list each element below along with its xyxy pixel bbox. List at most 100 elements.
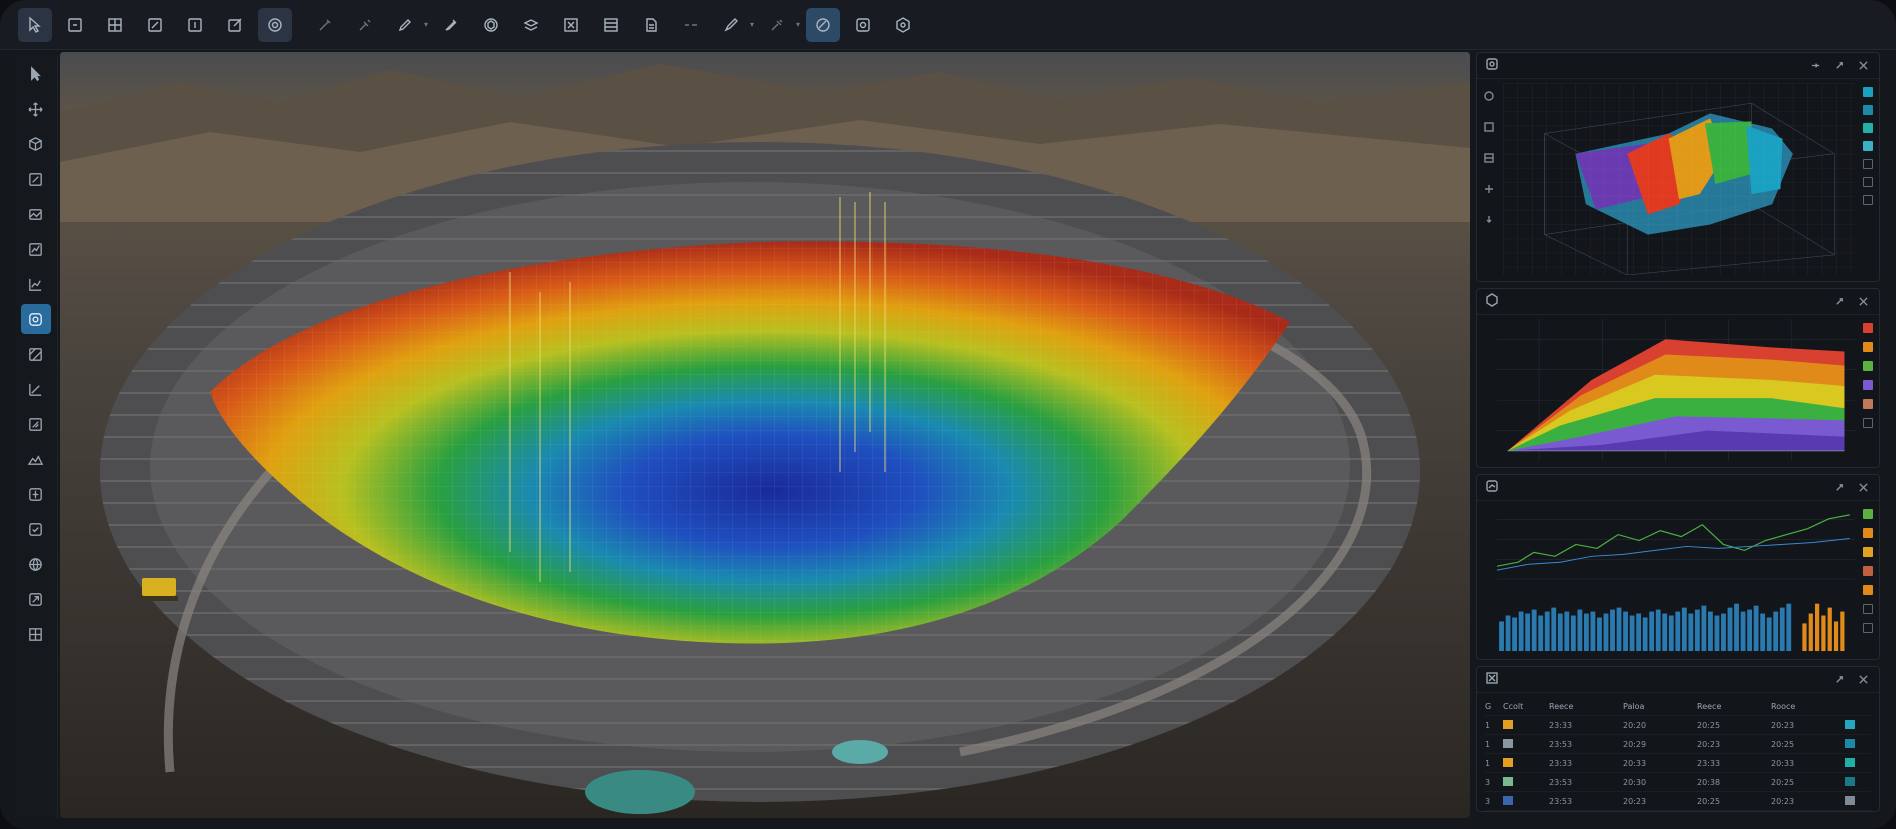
panel-expand-button[interactable] xyxy=(1831,672,1847,688)
layer-tool[interactable] xyxy=(178,8,212,42)
timeseries-canvas[interactable] xyxy=(1497,505,1855,653)
table-row[interactable]: 1 23:53 20:29 20:23 20:25 xyxy=(1485,735,1871,754)
panel-close-button[interactable] xyxy=(1855,672,1871,688)
panel-expand-button[interactable] xyxy=(1831,294,1847,310)
row-status-swatch[interactable] xyxy=(1845,738,1859,750)
table-tool[interactable] xyxy=(594,8,628,42)
draw-caret-icon[interactable]: ▾ xyxy=(750,20,754,29)
pipette-caret-icon[interactable]: ▾ xyxy=(796,20,800,29)
legend-swatch[interactable] xyxy=(1863,380,1873,390)
edit-tool[interactable] xyxy=(138,8,172,42)
row-status-swatch[interactable] xyxy=(1845,795,1859,807)
section-profile-canvas[interactable] xyxy=(1497,319,1855,461)
table-header-cell[interactable]: Reece xyxy=(1549,702,1623,711)
check-tool[interactable] xyxy=(21,514,51,544)
zoom-icon[interactable] xyxy=(1483,118,1495,137)
move-tool[interactable] xyxy=(21,94,51,124)
document-tool[interactable] xyxy=(634,8,668,42)
legend-swatch[interactable] xyxy=(1863,323,1873,333)
table-header-cell[interactable]: Ccolt xyxy=(1503,702,1549,711)
slope-tool[interactable] xyxy=(21,374,51,404)
pencil-caret-icon[interactable]: ▾ xyxy=(424,20,428,29)
brush-tool[interactable] xyxy=(308,8,342,42)
legend-swatch[interactable] xyxy=(1863,623,1873,633)
edit-square-tool[interactable] xyxy=(218,8,252,42)
legend-swatch[interactable] xyxy=(1863,159,1873,169)
row-swatch[interactable] xyxy=(1503,738,1513,748)
edit-view-tool[interactable] xyxy=(21,164,51,194)
image-tool[interactable] xyxy=(21,199,51,229)
panel-close-button[interactable] xyxy=(1855,294,1871,310)
line-tool[interactable] xyxy=(674,8,708,42)
pointer-tool[interactable] xyxy=(21,59,51,89)
legend-swatch[interactable] xyxy=(1863,528,1873,538)
target-tool[interactable] xyxy=(258,7,292,42)
legend-swatch[interactable] xyxy=(1863,585,1873,595)
layers-icon[interactable] xyxy=(1483,149,1495,168)
reset-icon[interactable] xyxy=(1483,211,1495,230)
row-status-swatch[interactable] xyxy=(1845,776,1859,788)
table-row[interactable]: 1 23:33 20:20 20:25 20:23 xyxy=(1485,716,1871,735)
row-swatch[interactable] xyxy=(1503,776,1513,786)
row-swatch[interactable] xyxy=(1503,795,1513,805)
hex-tool[interactable] xyxy=(886,8,920,42)
pencil-tool[interactable] xyxy=(388,8,422,42)
table-header-cell[interactable]: Paloa xyxy=(1623,702,1697,711)
legend-swatch[interactable] xyxy=(1863,342,1873,352)
globe-tool[interactable] xyxy=(21,549,51,579)
export-tool[interactable] xyxy=(21,584,51,614)
panel-expand-button[interactable] xyxy=(1831,58,1847,74)
cube-view-tool[interactable] xyxy=(21,129,51,159)
block-model-canvas[interactable] xyxy=(1503,83,1855,275)
row-status-swatch[interactable] xyxy=(1845,719,1859,731)
drill-tool[interactable] xyxy=(21,479,51,509)
panel-close-button[interactable] xyxy=(1855,58,1871,74)
select-cursor-tool[interactable] xyxy=(18,7,52,42)
table-header-cell[interactable]: Reece xyxy=(1697,702,1771,711)
panel-pin-button[interactable] xyxy=(1807,58,1823,74)
table-row[interactable]: 1 23:33 20:33 23:33 20:33 xyxy=(1485,754,1871,773)
row-status-swatch[interactable] xyxy=(1845,757,1859,769)
pit-viewport[interactable] xyxy=(60,52,1470,818)
target-view-tool[interactable] xyxy=(20,304,51,334)
legend-swatch[interactable] xyxy=(1863,87,1873,97)
table-row[interactable]: 3 23:53 20:23 20:25 20:23 xyxy=(1485,792,1871,811)
table-header-cell[interactable]: G xyxy=(1485,702,1503,711)
section-tool[interactable] xyxy=(21,339,51,369)
grid-view-tool[interactable] xyxy=(21,619,51,649)
pipette-tool[interactable] xyxy=(760,8,794,42)
layers-tool[interactable] xyxy=(514,8,548,42)
panel-expand-button[interactable] xyxy=(1831,480,1847,496)
row-swatch[interactable] xyxy=(1503,719,1513,729)
line-chart-tool[interactable] xyxy=(21,269,51,299)
cube-tool[interactable] xyxy=(474,8,508,42)
settings-tool[interactable] xyxy=(846,8,880,42)
legend-swatch[interactable] xyxy=(1863,177,1873,187)
legend-swatch[interactable] xyxy=(1863,123,1873,133)
legend-swatch[interactable] xyxy=(1863,105,1873,115)
grid-tool[interactable] xyxy=(98,8,132,42)
table-row[interactable]: 3 23:53 20:30 20:38 20:25 xyxy=(1485,773,1871,792)
legend-swatch[interactable] xyxy=(1863,509,1873,519)
terrain-tool[interactable] xyxy=(21,444,51,474)
surface-tool[interactable] xyxy=(21,409,51,439)
table-header-cell[interactable]: Rooce xyxy=(1771,702,1845,711)
legend-swatch[interactable] xyxy=(1863,195,1873,205)
box-tool[interactable] xyxy=(554,8,588,42)
legend-swatch[interactable] xyxy=(1863,566,1873,576)
legend-swatch[interactable] xyxy=(1863,141,1873,151)
pan-icon[interactable] xyxy=(1483,180,1495,199)
pen-tool[interactable] xyxy=(348,8,382,42)
legend-swatch[interactable] xyxy=(1863,604,1873,614)
draw-tool[interactable] xyxy=(714,8,748,42)
rotate-icon[interactable] xyxy=(1483,87,1495,106)
legend-swatch[interactable] xyxy=(1863,418,1873,428)
mesh-tool[interactable] xyxy=(806,7,841,42)
chart-tool[interactable] xyxy=(21,234,51,264)
marker-tool[interactable] xyxy=(434,8,468,42)
legend-swatch[interactable] xyxy=(1863,399,1873,409)
frame-tool[interactable] xyxy=(58,8,92,42)
legend-swatch[interactable] xyxy=(1863,361,1873,371)
row-swatch[interactable] xyxy=(1503,757,1513,767)
legend-swatch[interactable] xyxy=(1863,547,1873,557)
